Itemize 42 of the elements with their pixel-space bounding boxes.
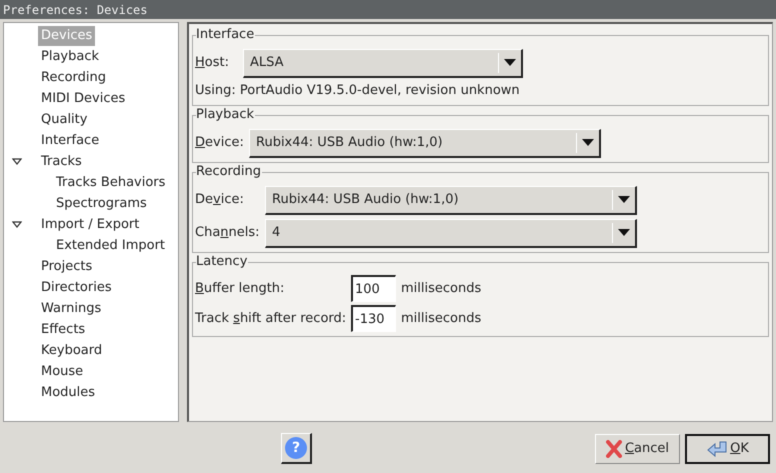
dropdown[interactable]: ALSA bbox=[243, 48, 523, 78]
dropdown[interactable]: Rubix44: USB Audio (hw:1,0) bbox=[249, 128, 601, 158]
sidebar-item[interactable]: Import / Export bbox=[38, 214, 142, 234]
sidebar-item[interactable]: Quality bbox=[38, 110, 90, 130]
version-note: Using: PortAudio V19.5.0-devel, revision unknown bbox=[195, 82, 521, 100]
cancel-button[interactable]: Cancel bbox=[595, 434, 680, 464]
sidebar-item[interactable]: Directories bbox=[38, 278, 115, 298]
sidebar-item[interactable]: Warnings bbox=[38, 298, 104, 318]
dropdown[interactable]: Rubix44: USB Audio (hw:1,0) bbox=[265, 186, 637, 214]
sidebar-item[interactable]: Mouse bbox=[38, 362, 86, 382]
dropdown[interactable]: 4 bbox=[265, 218, 637, 248]
return-arrow-icon bbox=[706, 440, 728, 456]
sidebar-item[interactable]: Projects bbox=[38, 256, 96, 276]
sidebar-item[interactable]: MIDI Devices bbox=[38, 88, 128, 108]
ok-button[interactable]: OK bbox=[685, 434, 770, 464]
group-title: Latency bbox=[196, 254, 248, 270]
group-title: Recording bbox=[196, 164, 262, 180]
group-title: Playback bbox=[196, 107, 256, 123]
field-label: Device: bbox=[195, 191, 245, 210]
field-label: Buffer length: bbox=[195, 280, 286, 298]
sidebar-item[interactable]: Interface bbox=[38, 130, 102, 150]
sidebar-item[interactable]: Keyboard bbox=[38, 340, 106, 360]
number-field[interactable]: -130 bbox=[351, 305, 396, 332]
sidebar-item[interactable]: Spectrograms bbox=[53, 194, 150, 214]
unit-label: milliseconds bbox=[401, 280, 482, 298]
cancel-x-icon bbox=[606, 440, 622, 458]
field-label: Host: bbox=[195, 54, 230, 72]
sidebar-item[interactable]: Tracks Behaviors bbox=[53, 172, 168, 192]
unit-label: milliseconds bbox=[401, 310, 482, 328]
field-label: Device: bbox=[195, 134, 245, 152]
sidebar-item[interactable]: Extended Import bbox=[53, 236, 168, 256]
number-field[interactable]: 100 bbox=[351, 275, 396, 302]
sidebar-item[interactable]: Tracks bbox=[38, 152, 85, 172]
field-label: Track shift after record: bbox=[195, 310, 348, 328]
sidebar-item[interactable]: Playback bbox=[38, 46, 102, 66]
field-label: Channels: bbox=[195, 224, 261, 242]
sidebar-item[interactable]: Effects bbox=[38, 320, 88, 340]
expanded-triangle-icon[interactable] bbox=[12, 158, 22, 165]
window-title: Preferences: Devices bbox=[3, 2, 148, 18]
expanded-triangle-icon[interactable] bbox=[12, 221, 22, 228]
sidebar-item[interactable]: Modules bbox=[38, 382, 98, 402]
sidebar-item[interactable]: Recording bbox=[38, 68, 110, 88]
